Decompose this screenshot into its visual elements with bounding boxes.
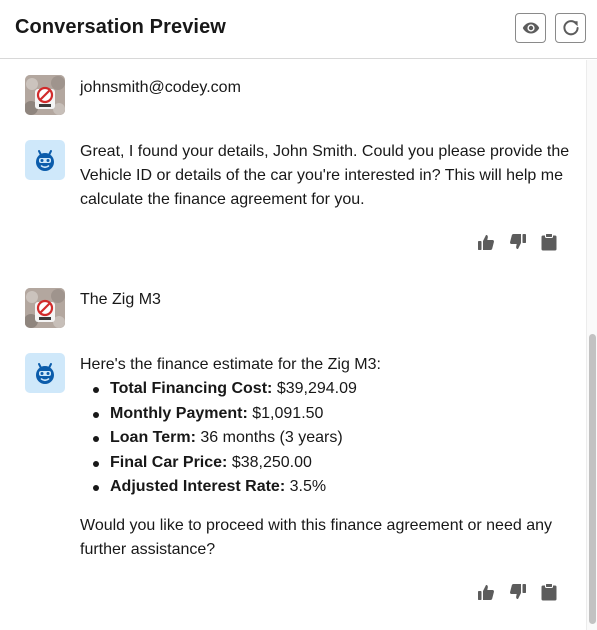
bot-message-outro: Would you like to proceed with this fina… — [80, 516, 552, 558]
message-feedback — [475, 581, 560, 603]
list-item-label: Total Financing Cost: — [110, 380, 273, 397]
bot-message: Here's the finance estimate for the Zig … — [80, 353, 570, 562]
refresh-button[interactable] — [555, 13, 586, 43]
bot-avatar — [25, 353, 65, 393]
user-avatar — [25, 288, 65, 328]
conversation-area[interactable]: johnsmith@codey.com Great, I found your … — [0, 60, 597, 630]
list-item-label: Final Car Price: — [110, 453, 228, 471]
list-item: Monthly Payment: $1,091.50 — [93, 402, 570, 427]
message-feedback — [475, 231, 560, 253]
list-item-label: Loan Term: — [110, 429, 196, 446]
refresh-icon — [562, 20, 579, 36]
user-avatar — [25, 75, 65, 115]
list-item-value: 36 months (3 years) — [200, 429, 343, 446]
preview-button[interactable] — [515, 13, 546, 43]
list-item: Loan Term: 36 months (3 years) — [93, 426, 570, 451]
clipboard-icon[interactable] — [538, 231, 560, 253]
finance-details-list: Total Financing Cost: $39,294.09 Monthly… — [80, 377, 570, 500]
scrollbar-thumb[interactable] — [589, 334, 596, 624]
thumbs-up-icon[interactable] — [475, 581, 497, 603]
list-item-label: Monthly Payment: — [110, 404, 248, 422]
list-item: Adjusted Interest Rate: 3.5% — [93, 475, 570, 500]
user-message-text: The Zig M3 — [80, 291, 161, 308]
bot-message-text: Great, I found your details, John Smith.… — [80, 143, 570, 208]
list-item: Total Financing Cost: $39,294.09 — [93, 377, 570, 402]
list-item-value: $38,250.00 — [231, 453, 312, 471]
panel-header: Conversation Preview — [0, 0, 597, 59]
user-photo-icon — [25, 75, 65, 115]
list-item-label: Adjusted Interest Rate: — [110, 478, 286, 495]
list-item-value: 3.5% — [289, 478, 327, 495]
list-item-value: $1,091.50 — [252, 404, 324, 422]
thumbs-down-icon[interactable] — [507, 581, 529, 603]
eye-icon — [522, 22, 539, 34]
panel-title: Conversation Preview — [15, 16, 226, 38]
user-message-text: johnsmith@codey.com — [80, 79, 241, 96]
list-item-value: $39,294.09 — [276, 380, 357, 397]
bot-message-intro: Here's the finance estimate for the Zig … — [80, 356, 381, 373]
list-item: Final Car Price: $38,250.00 — [93, 451, 570, 476]
bot-avatar — [25, 140, 65, 180]
thumbs-up-icon[interactable] — [475, 231, 497, 253]
clipboard-icon[interactable] — [538, 581, 560, 603]
thumbs-down-icon[interactable] — [507, 231, 529, 253]
user-photo-icon — [25, 288, 65, 328]
bot-icon — [36, 363, 54, 384]
bot-icon — [36, 150, 54, 171]
